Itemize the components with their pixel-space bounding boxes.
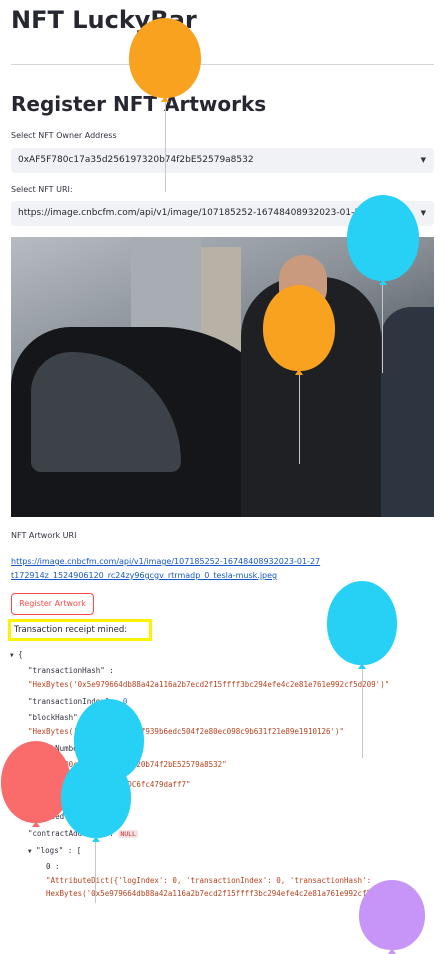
blue-balloon-icon xyxy=(347,195,419,285)
balloon-string xyxy=(382,283,383,373)
purple-balloon-icon xyxy=(359,880,425,954)
receipt-label: Transaction receipt mined: xyxy=(8,619,152,641)
balloon-string xyxy=(95,840,96,903)
red-balloon-icon xyxy=(1,741,71,827)
json-value: HexBytes('0x5e979664db88a42a116a2b7ecd2f… xyxy=(46,889,403,898)
collapse-toggle-icon[interactable]: ▼ xyxy=(28,848,32,855)
artwork-uri-label: NFT Artwork URI xyxy=(11,531,77,540)
balloon-string xyxy=(299,374,300,464)
divider xyxy=(11,64,434,65)
json-index: 0 : xyxy=(46,862,60,871)
owner-address-select[interactable]: 0xAF5F780c17a35d256197320b74f2bE52579a85… xyxy=(11,148,434,173)
register-artwork-button[interactable]: Register Artwork xyxy=(11,593,94,615)
owner-address-label: Select NFT Owner Address xyxy=(11,131,117,140)
blue-balloon-icon xyxy=(61,756,131,842)
orange-balloon-icon xyxy=(129,18,201,102)
json-key: "logs" : [ xyxy=(36,846,82,855)
balloon-string xyxy=(165,92,166,192)
owner-address-value: 0xAF5F780c17a35d256197320b74f2bE52579a85… xyxy=(18,155,254,165)
null-badge: NULL xyxy=(118,830,138,838)
nft-uri-label: Select NFT URI: xyxy=(11,185,73,194)
json-open-brace: { xyxy=(18,650,23,659)
collapse-toggle-icon[interactable]: ▼ xyxy=(10,652,14,659)
json-key: "transactionHash" : xyxy=(28,666,114,675)
orange-balloon-icon xyxy=(263,285,335,375)
json-value: "HexBytes('0x5e979664db88a42a116a2b7ecd2… xyxy=(28,680,390,689)
chevron-down-icon: ▼ xyxy=(420,209,426,217)
chevron-down-icon: ▼ xyxy=(420,156,426,164)
balloon-string xyxy=(362,668,363,758)
section-title: Register NFT Artworks xyxy=(11,92,267,116)
artwork-uri-link[interactable]: https://image.cnbcfm.com/api/v1/image/10… xyxy=(11,555,321,583)
blue-balloon-icon xyxy=(327,581,397,669)
